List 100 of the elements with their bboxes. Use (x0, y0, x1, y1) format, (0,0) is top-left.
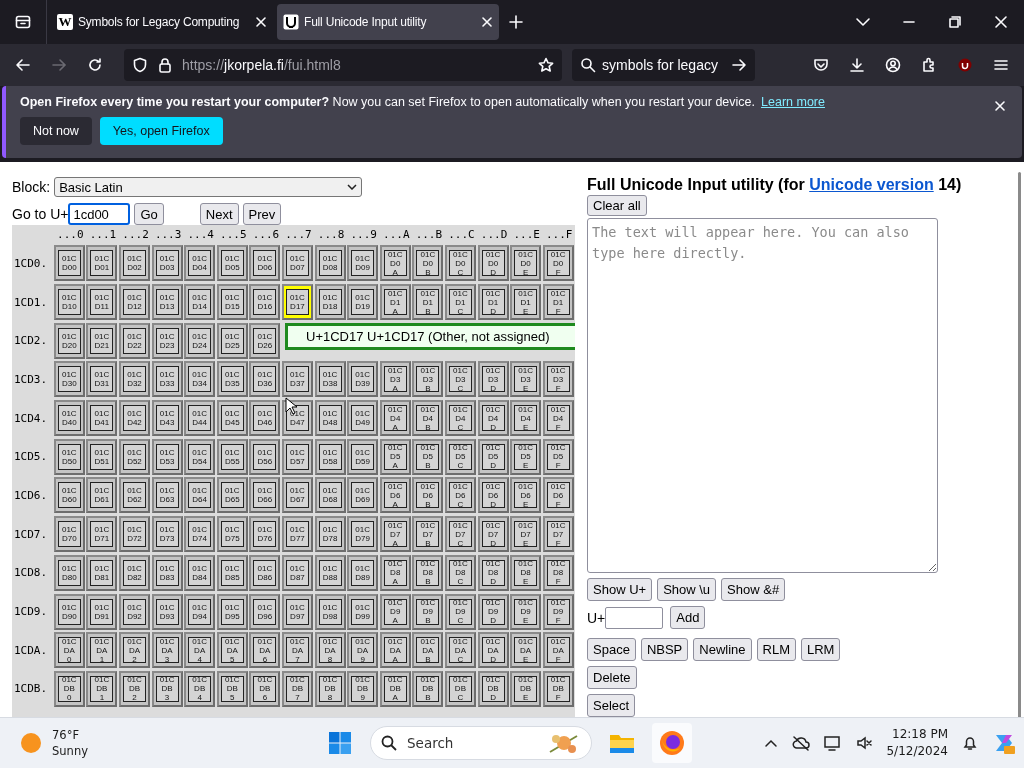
character-cell[interactable]: 01CD11 (86, 284, 118, 321)
character-cell[interactable]: 01CD1C (444, 284, 476, 321)
insert-button[interactable]: RLM (756, 638, 796, 661)
character-cell[interactable]: 01CDBB (412, 670, 444, 707)
character-cell[interactable]: 01CD63 (151, 477, 183, 514)
character-cell[interactable]: 01CDAB (412, 632, 444, 669)
character-cell[interactable]: 01CD17 (281, 284, 313, 321)
character-cell[interactable]: 01CD7B (412, 516, 444, 553)
character-cell[interactable]: 01CD69 (347, 477, 379, 514)
character-cell[interactable]: 01CD56 (249, 438, 281, 475)
not-now-button[interactable]: Not now (20, 117, 92, 145)
add-button[interactable]: Add (670, 606, 706, 629)
character-cell[interactable]: 01CD25 (216, 322, 248, 359)
character-cell[interactable]: 01CD68 (314, 477, 346, 514)
character-cell[interactable]: 01CD8D (477, 554, 509, 591)
character-cell[interactable]: 01CD67 (281, 477, 313, 514)
character-cell[interactable]: 01CD0E (510, 245, 542, 282)
character-cell[interactable]: 01CD10 (53, 284, 85, 321)
character-cell[interactable]: 01CD00 (53, 245, 85, 282)
character-cell[interactable]: 01CD38 (314, 361, 346, 398)
character-cell[interactable]: 01CDAA (379, 632, 411, 669)
character-cell[interactable]: 01CD72 (119, 516, 150, 553)
show-button[interactable]: Show U+ (587, 578, 653, 601)
character-cell[interactable]: 01CD8E (510, 554, 542, 591)
text-area[interactable]: The text will appear here. You can also type here directly. (587, 218, 938, 573)
go-button[interactable]: Go (134, 203, 164, 225)
character-cell[interactable]: 01CD3F (542, 361, 574, 398)
menu-icon[interactable] (993, 57, 1009, 73)
character-cell[interactable]: 01CD7D (477, 516, 509, 553)
character-cell[interactable]: 01CD3C (444, 361, 476, 398)
character-cell[interactable]: 01CD7F (542, 516, 574, 553)
character-cell[interactable]: 01CD19 (347, 284, 379, 321)
character-cell[interactable]: 01CDB2 (119, 670, 150, 707)
character-cell[interactable]: 01CD0C (444, 245, 476, 282)
show-button[interactable]: Show \u (657, 578, 717, 601)
clock-date[interactable]: 5/12/2024 (886, 743, 948, 760)
character-cell[interactable]: 01CD45 (216, 400, 248, 437)
character-cell[interactable]: 01CDA0 (53, 632, 85, 669)
character-cell[interactable]: 01CD7E (510, 516, 542, 553)
arrow-right-icon[interactable] (731, 57, 747, 73)
character-cell[interactable]: 01CD96 (249, 593, 281, 630)
learn-more-link[interactable]: Learn more (761, 95, 825, 109)
speaker-mute-icon[interactable] (856, 735, 873, 751)
character-cell[interactable]: 01CD79 (347, 516, 379, 553)
close-icon[interactable] (993, 14, 1009, 30)
character-cell[interactable]: 01CDAC (444, 632, 476, 669)
character-cell[interactable]: 01CD54 (184, 438, 216, 475)
close-icon[interactable] (255, 16, 267, 28)
character-cell[interactable]: 01CD95 (216, 593, 248, 630)
character-cell[interactable]: 01CDA5 (216, 632, 248, 669)
character-cell[interactable]: 01CD7A (379, 516, 411, 553)
character-cell[interactable]: 01CD20 (53, 322, 85, 359)
character-cell[interactable]: 01CD9D (477, 593, 509, 630)
character-cell[interactable]: 01CD8B (412, 554, 444, 591)
character-cell[interactable]: 01CDA2 (119, 632, 150, 669)
character-cell[interactable]: 01CD13 (151, 284, 183, 321)
character-cell[interactable]: 01CD33 (151, 361, 183, 398)
character-cell[interactable]: 01CD42 (119, 400, 150, 437)
firefox-icon[interactable] (659, 730, 685, 756)
character-cell[interactable]: 01CD49 (347, 400, 379, 437)
lock-icon[interactable] (158, 57, 172, 73)
character-cell[interactable]: 01CD3A (379, 361, 411, 398)
insert-button[interactable]: Space (587, 638, 636, 661)
character-cell[interactable]: 01CD15 (216, 284, 248, 321)
nav-button[interactable]: Prev (242, 203, 282, 225)
character-cell[interactable]: 01CD8A (379, 554, 411, 591)
character-cell[interactable]: 01CDB5 (216, 670, 248, 707)
character-cell[interactable]: 01CD4C (444, 400, 476, 437)
clear-all-button[interactable]: Clear all (587, 195, 647, 217)
character-cell[interactable]: 01CD86 (249, 554, 281, 591)
character-cell[interactable]: 01CD39 (347, 361, 379, 398)
character-cell[interactable]: 01CD3B (412, 361, 444, 398)
character-cell[interactable]: 01CD64 (184, 477, 216, 514)
character-cell[interactable]: 01CD4A (379, 400, 411, 437)
windows-logo-icon[interactable] (329, 732, 351, 754)
character-cell[interactable]: 01CD4E (510, 400, 542, 437)
character-cell[interactable]: 01CD36 (249, 361, 281, 398)
character-cell[interactable]: 01CD5F (542, 438, 574, 475)
codepoint-input[interactable]: 1cd00 (68, 203, 131, 225)
web-query-field[interactable]: symbols for legacy (572, 49, 755, 81)
character-cell[interactable]: 01CDAD (477, 632, 509, 669)
character-cell[interactable]: 01CD1E (510, 284, 542, 321)
back-icon[interactable] (15, 57, 31, 73)
character-cell[interactable]: 01CD91 (86, 593, 118, 630)
character-cell[interactable]: 01CD89 (347, 554, 379, 591)
character-cell[interactable]: 01CDBE (510, 670, 542, 707)
tab-list-icon[interactable] (15, 14, 31, 30)
character-cell[interactable]: 01CD05 (216, 245, 248, 282)
character-cell[interactable]: 01CD1A (379, 284, 411, 321)
character-cell[interactable]: 01CD97 (281, 593, 313, 630)
character-cell[interactable]: 01CD3E (510, 361, 542, 398)
character-cell[interactable]: 01CD51 (86, 438, 118, 475)
character-cell[interactable]: 01CD87 (281, 554, 313, 591)
character-cell[interactable]: 01CD32 (119, 361, 150, 398)
character-cell[interactable]: 01CD1F (542, 284, 574, 321)
character-cell[interactable]: 01CD5E (510, 438, 542, 475)
character-cell[interactable]: 01CD93 (151, 593, 183, 630)
character-cell[interactable]: 01CDBD (477, 670, 509, 707)
character-cell[interactable]: 01CD70 (53, 516, 85, 553)
character-cell[interactable]: 01CD40 (53, 400, 85, 437)
